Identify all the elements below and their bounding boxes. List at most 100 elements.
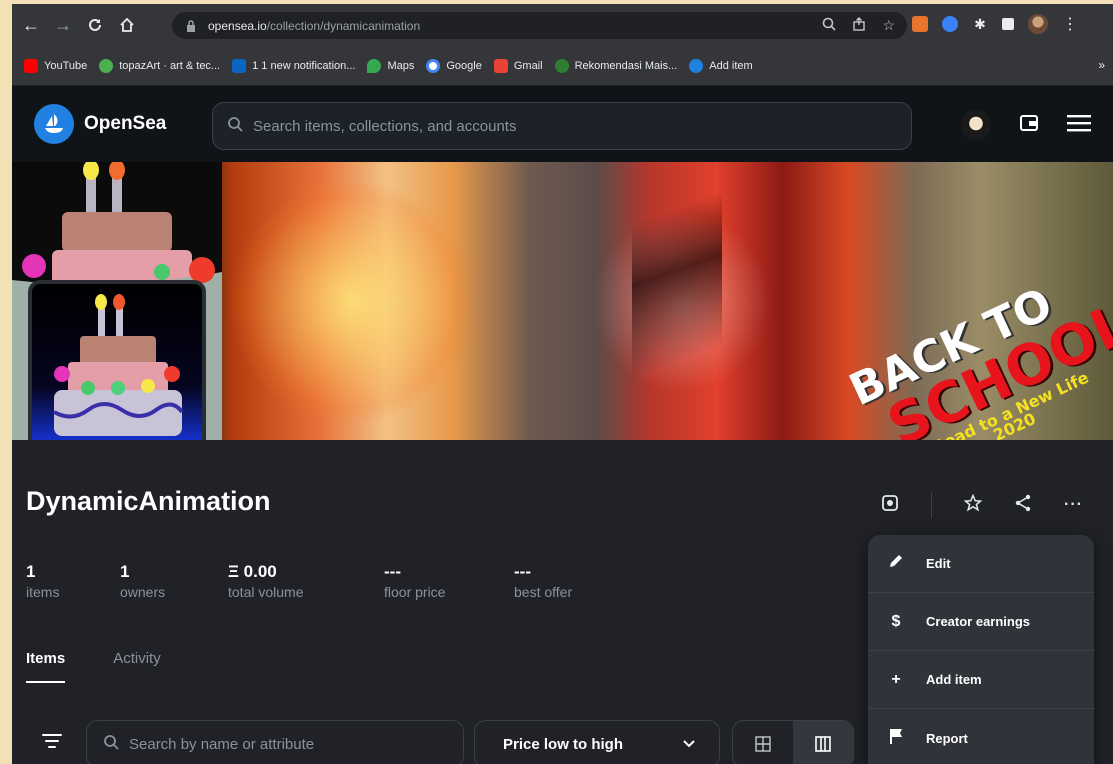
- bookmark-label: YouTube: [44, 59, 88, 72]
- large-grid-view-icon[interactable]: [793, 721, 853, 764]
- address-bar[interactable]: opensea.io/collection/dynamicanimation ☆: [172, 12, 907, 39]
- bookmark-star-icon[interactable]: ☆: [882, 17, 895, 34]
- plus-icon: +: [891, 670, 901, 688]
- collection-stats: 1 items 1 owners Ξ 0.00 total volume ---…: [26, 562, 634, 600]
- account-avatar[interactable]: [961, 110, 991, 140]
- share-icon[interactable]: [1014, 494, 1032, 517]
- bookmark-maps[interactable]: Maps: [367, 58, 415, 73]
- view-toggle: [732, 720, 854, 764]
- stat-label: items: [26, 584, 60, 600]
- forward-icon[interactable]: →: [50, 12, 76, 38]
- stat-best-offer: --- best offer: [514, 562, 634, 600]
- opensea-logo-icon[interactable]: [34, 104, 74, 144]
- search-icon: [103, 734, 119, 755]
- zoom-icon[interactable]: [822, 17, 837, 34]
- browser-window: ← → opensea.io/collection/dynamicanimati…: [12, 4, 1113, 764]
- bookmarks-overflow[interactable]: »: [1098, 58, 1105, 72]
- extension-icon[interactable]: [942, 16, 958, 32]
- site-header: OpenSea Search items, collections, and a…: [12, 86, 1113, 162]
- collection-avatar[interactable]: [28, 280, 206, 460]
- hamburger-menu-icon[interactable]: [1067, 114, 1091, 137]
- profile-avatar[interactable]: [1028, 14, 1048, 34]
- bookmark-topazart[interactable]: topazArt · art & tec...: [99, 58, 220, 73]
- bookmark-linkedin[interactable]: 1 1 new notification...: [232, 58, 356, 73]
- bookmark-rekomendasi[interactable]: Rekomendasi Mais...: [554, 58, 678, 73]
- stat-value: Ξ 0.00: [228, 562, 277, 581]
- bookmark-label: Maps: [387, 59, 415, 72]
- search-placeholder: Search items, collections, and accounts: [253, 117, 517, 135]
- stat-label: floor price: [384, 584, 446, 600]
- url-host: opensea.io: [208, 18, 267, 33]
- extension-icon[interactable]: [912, 16, 928, 32]
- banner-text: BACK TO SCHOOL Road to a New Life 2020: [842, 252, 1113, 440]
- wallet-icon[interactable]: [1019, 113, 1039, 138]
- menu-item-label: Report: [926, 730, 968, 746]
- website-icon[interactable]: [881, 494, 899, 517]
- menu-item-add-item[interactable]: + Add item: [868, 651, 1094, 709]
- sidepanel-icon[interactable]: [1002, 18, 1014, 30]
- bookmark-label: Gmail: [513, 59, 543, 72]
- menu-item-report[interactable]: Report: [868, 709, 1094, 764]
- bookmark-add-item[interactable]: Add item: [689, 58, 753, 73]
- menu-item-label: Add item: [926, 672, 982, 687]
- browser-toolbar: ← → opensea.io/collection/dynamicanimati…: [12, 4, 1113, 46]
- tab-items[interactable]: Items: [26, 650, 66, 683]
- flag-icon: [888, 728, 904, 749]
- chevron-down-icon: [683, 735, 695, 753]
- collection-title: DynamicAnimation: [26, 486, 271, 516]
- grid-view-icon[interactable]: [733, 721, 793, 764]
- site-icon: [554, 58, 569, 73]
- item-search-placeholder: Search by name or attribute: [129, 735, 315, 753]
- maps-pin-icon: [367, 58, 382, 73]
- reload-icon[interactable]: [82, 12, 108, 38]
- chrome-menu-icon[interactable]: ⋮: [1062, 14, 1078, 34]
- youtube-icon: [24, 58, 38, 73]
- home-icon[interactable]: [114, 12, 140, 38]
- global-search-input[interactable]: Search items, collections, and accounts: [212, 102, 912, 150]
- divider: [931, 492, 933, 518]
- dollar-icon: $: [891, 612, 901, 630]
- stat-value: 1: [120, 562, 130, 581]
- bookmark-youtube[interactable]: YouTube: [24, 58, 88, 73]
- pencil-icon: [888, 553, 904, 574]
- stat-total-volume: Ξ 0.00 total volume: [228, 562, 384, 600]
- stat-owners: 1 owners: [120, 562, 228, 600]
- bookmark-gmail[interactable]: Gmail: [493, 58, 543, 73]
- tab-activity[interactable]: Activity: [113, 650, 161, 683]
- bookmark-label: 1 1 new notification...: [252, 59, 356, 72]
- stat-floor-price: --- floor price: [384, 562, 514, 600]
- bookmark-label: Add item: [709, 59, 753, 72]
- url-path: /collection/dynamicanimation: [266, 18, 421, 33]
- back-icon[interactable]: ←: [18, 12, 44, 38]
- stat-items: 1 items: [26, 562, 120, 600]
- google-icon: [426, 58, 441, 73]
- filter-toggle-icon[interactable]: [38, 730, 66, 752]
- bookmarks-bar: YouTube topazArt · art & tec... 1 1 new …: [12, 46, 1113, 86]
- brand-name[interactable]: OpenSea: [84, 113, 166, 135]
- topazart-icon: [99, 58, 114, 73]
- extensions-puzzle-icon[interactable]: ✱: [972, 16, 988, 32]
- more-options-icon[interactable]: ···: [1064, 496, 1083, 514]
- menu-item-creator-earnings[interactable]: $ Creator earnings: [868, 593, 1094, 651]
- stat-value: 1: [26, 562, 36, 581]
- share-icon[interactable]: [852, 17, 866, 34]
- bookmark-google[interactable]: Google: [426, 58, 482, 73]
- menu-item-label: Creator earnings: [926, 614, 1031, 629]
- stat-label: total volume: [228, 584, 304, 600]
- bookmark-label: Google: [446, 59, 482, 72]
- stat-label: best offer: [514, 584, 573, 600]
- bookmark-label: Rekomendasi Mais...: [574, 59, 678, 72]
- sort-select[interactable]: Price low to high: [474, 720, 720, 764]
- stat-value: ---: [514, 562, 531, 581]
- collection-actions: ···: [881, 492, 1083, 518]
- linkedin-icon: [232, 58, 247, 73]
- menu-item-label: Edit: [926, 556, 951, 571]
- item-search-input[interactable]: Search by name or attribute: [86, 720, 464, 764]
- more-options-menu: Edit $ Creator earnings + Add item Repor…: [868, 535, 1094, 764]
- menu-item-edit[interactable]: Edit: [868, 535, 1094, 593]
- gmail-icon: [493, 58, 508, 73]
- collection-tabs: Items Activity: [26, 650, 161, 683]
- opensea-icon: [689, 58, 704, 73]
- favorite-star-icon[interactable]: [963, 493, 983, 517]
- stat-label: owners: [120, 584, 166, 600]
